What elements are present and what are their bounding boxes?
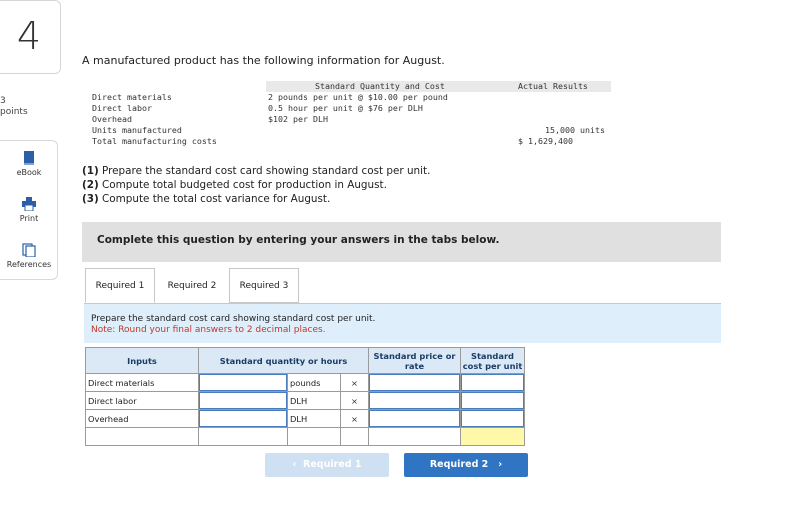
quantity-cell — [198, 409, 288, 428]
col-header-cost: Standard cost per unit — [460, 347, 525, 374]
cost-cell — [460, 391, 525, 410]
standard-cost-card: Inputs Standard quantity or hours Standa… — [85, 347, 525, 446]
instruction-text: Complete this question by entering your … — [97, 234, 500, 246]
given-row-actual: $ 1,629,400 — [518, 136, 573, 146]
given-row-standard: $102 per DLH — [268, 114, 328, 124]
total-unit-cell — [287, 427, 341, 446]
question-number: 4 — [16, 14, 42, 58]
unit-label: DLH — [287, 391, 341, 410]
cost-input[interactable] — [461, 374, 524, 391]
multiply-sign: × — [340, 409, 369, 428]
table-row: Direct materials pounds × — [85, 373, 525, 392]
price-cell — [368, 409, 461, 428]
quantity-cell — [198, 391, 288, 410]
tab-instructions: Prepare the standard cost card showing s… — [84, 303, 721, 343]
col-header-quantity: Standard quantity or hours — [198, 347, 369, 374]
multiply-sign: × — [340, 391, 369, 410]
references-tool[interactable]: References — [0, 243, 58, 269]
quantity-input[interactable] — [199, 374, 287, 391]
cost-input[interactable] — [461, 410, 524, 427]
ebook-label: eBook — [16, 168, 42, 177]
print-tool[interactable]: Print — [0, 197, 58, 223]
next-button-label: Required 2 — [429, 459, 489, 470]
tab-required-3[interactable]: Required 3 — [229, 268, 299, 303]
given-row-actual: 15,000 units — [545, 125, 605, 135]
ebook-icon — [24, 151, 34, 165]
prev-button-label: Required 1 — [303, 459, 362, 470]
requirements-list: (1) Prepare the standard cost card showi… — [82, 164, 430, 206]
price-cell — [368, 391, 461, 410]
references-icon — [22, 243, 36, 257]
table-row: Direct labor DLH × — [85, 391, 525, 410]
instruction-banner: Complete this question by entering your … — [82, 222, 721, 262]
question-intro: A manufactured product has the following… — [82, 54, 445, 67]
total-op-cell — [340, 427, 369, 446]
given-row-label: Direct labor — [92, 103, 152, 113]
row-label: Direct materials — [85, 373, 199, 392]
requirement-item: (3) Compute the total cost variance for … — [82, 193, 331, 205]
requirement-item: (1) Prepare the standard cost card showi… — [82, 165, 431, 177]
total-price-cell — [368, 427, 461, 446]
unit-label: pounds — [287, 373, 341, 392]
quantity-input[interactable] — [199, 392, 287, 409]
rounding-note: Note: Round your final answers to 2 deci… — [91, 325, 326, 335]
tab-required-1[interactable]: Required 1 — [85, 268, 155, 303]
tab-instruction-text: Prepare the standard cost card showing s… — [91, 314, 376, 324]
points-info: 3 points — [0, 96, 28, 118]
points-label: points — [0, 107, 28, 117]
given-row-label: Total manufacturing costs — [92, 136, 217, 146]
ebook-tool[interactable]: eBook — [0, 151, 58, 177]
next-required-button[interactable]: Required 2 › — [404, 453, 528, 477]
price-cell — [368, 373, 461, 392]
total-row — [85, 427, 525, 446]
multiply-sign: × — [340, 373, 369, 392]
unit-label: DLH — [287, 409, 341, 428]
total-cost-input[interactable] — [460, 427, 525, 446]
given-row-label: Direct materials — [92, 92, 172, 102]
price-input[interactable] — [369, 392, 460, 409]
total-label-cell — [85, 427, 199, 446]
quantity-cell — [198, 373, 288, 392]
col-header-price: Standard price or rate — [368, 347, 461, 374]
col-header-inputs: Inputs — [85, 347, 199, 374]
table-row: Overhead DLH × — [85, 409, 525, 428]
cost-input[interactable] — [461, 392, 524, 409]
requirement-item: (2) Compute total budgeted cost for prod… — [82, 179, 387, 191]
given-row-label: Overhead — [92, 114, 132, 124]
price-input[interactable] — [369, 374, 460, 391]
prev-required-button[interactable]: ‹ Required 1 — [265, 453, 389, 477]
print-icon — [22, 197, 36, 211]
actual-header: Actual Results — [518, 81, 588, 91]
row-label: Overhead — [85, 409, 199, 428]
references-label: References — [6, 260, 52, 269]
price-input[interactable] — [369, 410, 460, 427]
row-label: Direct labor — [85, 391, 199, 410]
given-row-standard: 0.5 hour per unit @ $76 per DLH — [268, 103, 423, 113]
points-value: 3 — [0, 96, 6, 106]
given-row-label: Units manufactured — [92, 125, 182, 135]
tab-required-2[interactable]: Required 2 — [157, 268, 227, 303]
print-label: Print — [19, 214, 39, 223]
quantity-input[interactable] — [199, 410, 287, 427]
cost-cell — [460, 373, 525, 392]
standard-header: Standard Quantity and Cost — [315, 81, 445, 91]
cost-cell — [460, 409, 525, 428]
given-row-standard: 2 pounds per unit @ $10.00 per pound — [268, 92, 448, 102]
total-quantity-cell — [198, 427, 288, 446]
